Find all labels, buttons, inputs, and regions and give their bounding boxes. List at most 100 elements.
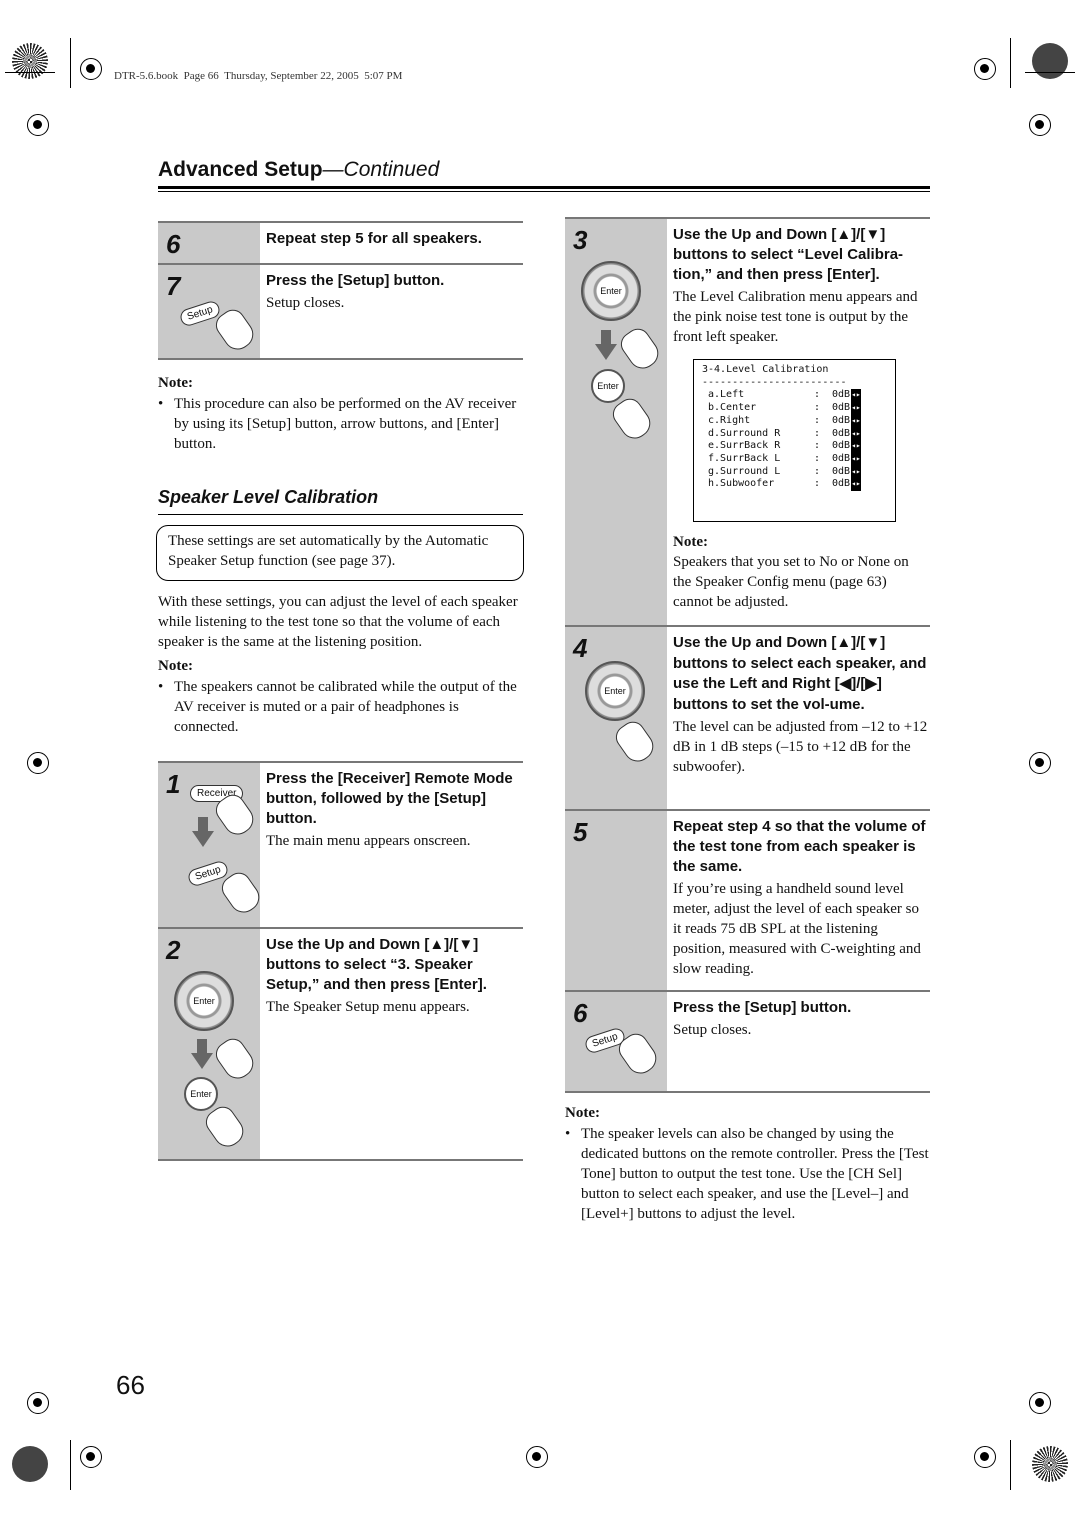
crosshair-mark-icon: [27, 1392, 49, 1414]
step-number: 4: [573, 633, 588, 663]
level-calibration-menu: 3-4.Level Calibration ------------------…: [693, 359, 896, 522]
crosshair-mark-icon: [526, 1446, 548, 1468]
separator: :: [814, 452, 821, 464]
crosshair-mark-icon: [27, 114, 49, 136]
menu-row: c.Right:0dB ◂▸: [702, 414, 887, 428]
menu-row: g.Surround L:0dB ◂▸: [702, 465, 887, 479]
step-6-left: 6 Repeat step 5 for all speakers.: [158, 221, 523, 264]
crosshair-mark-icon: [1029, 114, 1051, 136]
menu-row: d.Surround R:0dB ◂▸: [702, 427, 887, 441]
step-number: 5: [573, 817, 588, 847]
speaker-name: f.SurrBack L: [708, 452, 781, 464]
separator: :: [814, 465, 821, 477]
print-header: DTR-5.6.book Page 66 Thursday, September…: [114, 70, 403, 82]
menu-row: f.SurrBack L:0dB ◂▸: [702, 452, 887, 466]
down-arrow-icon: [595, 330, 617, 360]
speaker-name: h.Subwoofer: [708, 478, 775, 490]
step-title: Repeat step 5 for all speakers.: [266, 230, 482, 247]
crosshair-mark-icon: [1029, 1392, 1051, 1414]
page-title-suffix: —Continued: [322, 158, 440, 181]
crosshair-mark-icon: [80, 58, 102, 80]
step-1: 1 Receiver Setup Press the [Receiver] Re…: [158, 761, 523, 928]
down-arrow-icon: [192, 817, 214, 847]
left-right-arrows-icon: ◂▸: [851, 465, 861, 479]
left-right-arrows-icon: ◂▸: [851, 427, 861, 441]
menu-row: a.Left:0dB ◂▸: [702, 389, 887, 403]
step-3: 3 Enter Enter Use the Up and Down [▲]/[▼…: [565, 217, 930, 626]
note-label: Note:: [158, 375, 193, 391]
step-2: 2 Enter Enter Use the Up and Down [▲]/[▼…: [158, 927, 523, 1161]
separator: :: [814, 414, 821, 426]
crosshair-mark-icon: [80, 1446, 102, 1468]
speaker-name: a.Left: [708, 389, 745, 401]
note-bullet: The speaker levels can also be changed b…: [565, 1124, 931, 1224]
speaker-level: 0dB: [832, 389, 851, 401]
step-number: 6: [573, 998, 588, 1028]
speaker-level: 0dB: [832, 402, 851, 414]
speaker-level: 0dB: [832, 440, 851, 452]
enter-dial-icon: Enter: [174, 971, 234, 1031]
note-label: Note:: [565, 1105, 600, 1121]
speaker-level: 0dB: [832, 465, 851, 477]
step-title: Press the [Setup] button.: [266, 272, 445, 289]
step-5: 5 Repeat step 4 so that the volume of th…: [565, 809, 930, 991]
note-text: Speakers that you set to No or None on t…: [673, 554, 909, 610]
note-bullet: This procedure can also be performed on …: [158, 394, 524, 454]
crosshair-mark-icon: [1029, 752, 1051, 774]
left-right-arrows-icon: ◂▸: [851, 414, 861, 428]
page-title: Advanced Setup—Continued: [158, 158, 439, 182]
speaker-name: d.Surround R: [708, 427, 781, 439]
registration-starburst-icon: [1032, 43, 1068, 79]
speaker-name: c.Right: [708, 414, 751, 426]
separator: :: [814, 440, 821, 452]
enter-dial-icon: Enter: [581, 261, 641, 321]
info-box: These settings are set automatically by …: [156, 525, 524, 581]
step-number: 6: [166, 229, 181, 259]
step-body: The level can be adjusted from –12 to +1…: [673, 719, 928, 775]
intro-paragraph: With these settings, you can adjust the …: [158, 594, 518, 650]
speaker-level: 0dB: [832, 414, 851, 426]
speaker-level: 0dB: [832, 478, 851, 490]
enter-dial-icon: Enter: [585, 661, 645, 721]
step-number: 7: [166, 271, 181, 301]
page-number: 66: [116, 1370, 145, 1400]
page-title-main: Advanced Setup: [158, 158, 323, 181]
separator: :: [814, 402, 821, 414]
registration-starburst-icon: [1032, 1446, 1068, 1482]
menu-row: e.SurrBack R:0dB ◂▸: [702, 440, 887, 453]
menu-row: b.Center:0dB ◂▸: [702, 402, 887, 415]
step-body: Setup closes.: [673, 1022, 752, 1038]
step-title: Use the Up and Down [▲]/[▼] buttons to s…: [266, 936, 487, 993]
step-number: 2: [166, 935, 181, 965]
step-number: 1: [166, 769, 181, 799]
step-number: 3: [573, 225, 588, 255]
step-body: The Speaker Setup menu appears.: [266, 999, 470, 1015]
speaker-level: 0dB: [832, 452, 851, 464]
crosshair-mark-icon: [974, 58, 996, 80]
crosshair-mark-icon: [27, 752, 49, 774]
step-body: The main menu appears onscreen.: [266, 833, 471, 849]
separator: :: [814, 427, 821, 439]
speaker-name: b.Center: [708, 402, 757, 414]
step-title: Repeat step 4 so that the volume of the …: [673, 818, 926, 875]
left-right-arrows-icon: ◂▸: [851, 452, 861, 466]
step-7-left: 7 Setup Press the [Setup] button. Setup c…: [158, 263, 523, 359]
enter-button-icon: Enter: [184, 1077, 218, 1111]
step-title: Use the Up and Down [▲]/[▼] buttons to s…: [673, 226, 904, 283]
left-right-arrows-icon: ◂▸: [851, 478, 861, 492]
step-title: Press the [Setup] button.: [673, 999, 852, 1016]
speaker-level: 0dB: [832, 427, 851, 439]
step-4: 4 Enter Use the Up and Down [▲]/[▼] butt…: [565, 625, 930, 810]
registration-starburst-icon: [12, 1446, 48, 1482]
step-body: Setup closes.: [266, 295, 345, 311]
step-body: The Level Calibration menu appears and t…: [673, 289, 918, 345]
separator: :: [814, 389, 821, 401]
separator: :: [814, 478, 821, 490]
enter-button-icon: Enter: [591, 369, 625, 403]
down-arrow-icon: [191, 1039, 213, 1069]
speaker-name: g.Surround L: [708, 465, 781, 477]
menu-rule: ------------------------: [702, 376, 847, 388]
speaker-name: e.SurrBack R: [708, 440, 781, 452]
section-heading: Speaker Level Calibration: [158, 487, 379, 507]
registration-starburst-icon: [12, 43, 48, 79]
